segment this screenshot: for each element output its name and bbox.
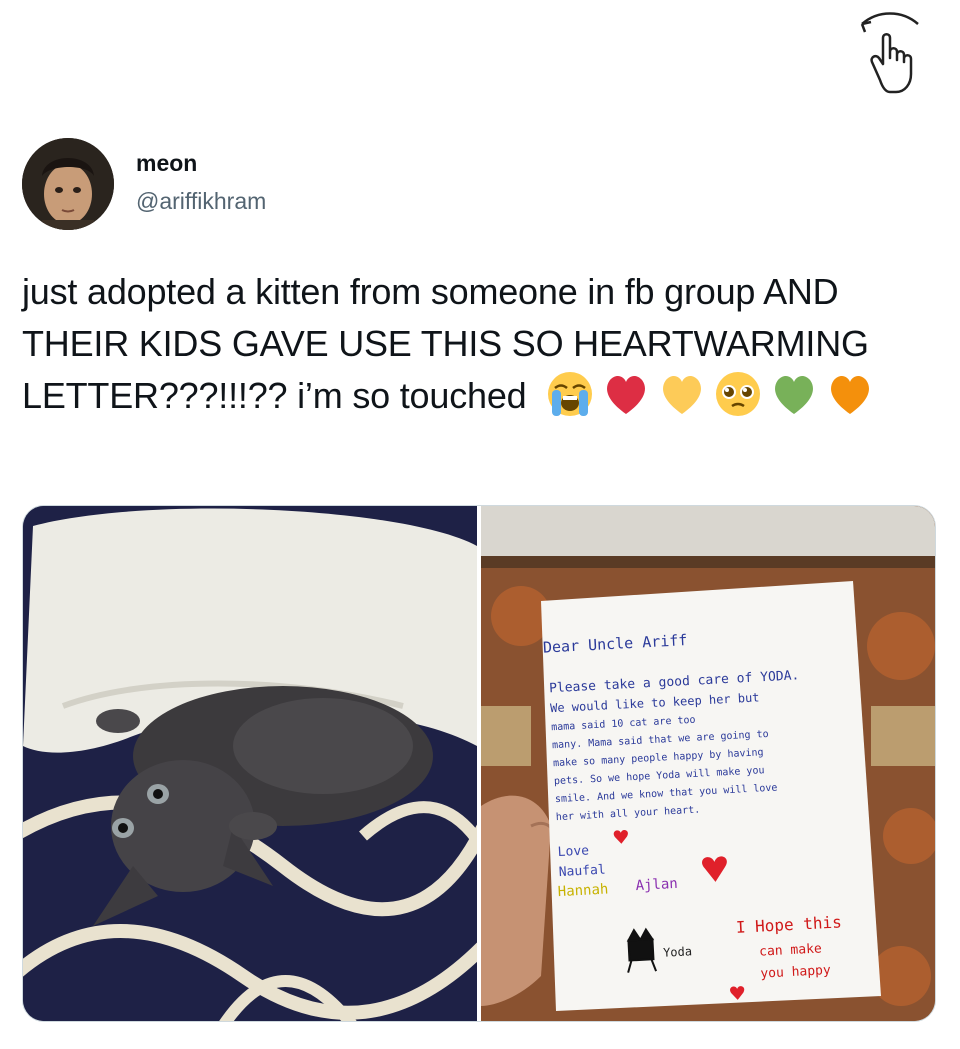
letter-signature-naufal: Naufal [558,863,606,880]
heart-doodle-icon [613,830,628,844]
orange-heart-icon [831,376,870,415]
letter-ps-line: I Hope this [735,912,842,937]
yellow-heart-icon [663,376,702,415]
author-handle[interactable]: @ariffikhram [136,188,266,215]
letter-content: Dear Uncle Ariff Please take a good care… [543,631,842,1000]
letter-line: smile. And we know that you will love [555,783,778,806]
emoji-row [546,370,874,418]
kitten-photo[interactable] [23,506,477,1021]
tweet-media[interactable]: Dear Uncle Ariff Please take a good care… [22,505,936,1022]
letter-signature-ajlan: Ajlan [635,876,678,894]
cat-doodle-icon [626,927,658,973]
letter-closing: Love [557,843,589,860]
pleading-face-icon [716,372,761,417]
loudly-crying-face-icon [548,372,593,417]
letter-line: mama said 10 cat are too [551,715,696,734]
tap-hand-icon [860,12,919,94]
tweet-text: just adopted a kitten from someone in fb… [22,266,922,422]
letter-ps-line: you happy [760,963,831,982]
avatar-portrait-icon [22,138,114,230]
cat-label: Yoda [663,944,693,959]
letter-ps-line: can make [759,941,822,959]
letter-greeting: Dear Uncle Ariff [543,631,688,657]
letter-signature-hannah: Hannah [557,882,608,901]
letter-line: Please take a good care of YODA. [549,668,800,696]
green-heart-icon [775,376,814,415]
avatar[interactable] [22,138,114,230]
heart-doodle-icon [702,856,727,882]
heart-doodle-icon [730,986,745,1000]
kitten-illustration [23,506,477,1021]
handwritten-letter-photo[interactable]: Dear Uncle Ariff Please take a good care… [481,506,935,1021]
author-name[interactable]: meon [136,150,197,177]
red-heart-icon [607,376,646,415]
letter-line: her with all your heart. [556,805,701,824]
